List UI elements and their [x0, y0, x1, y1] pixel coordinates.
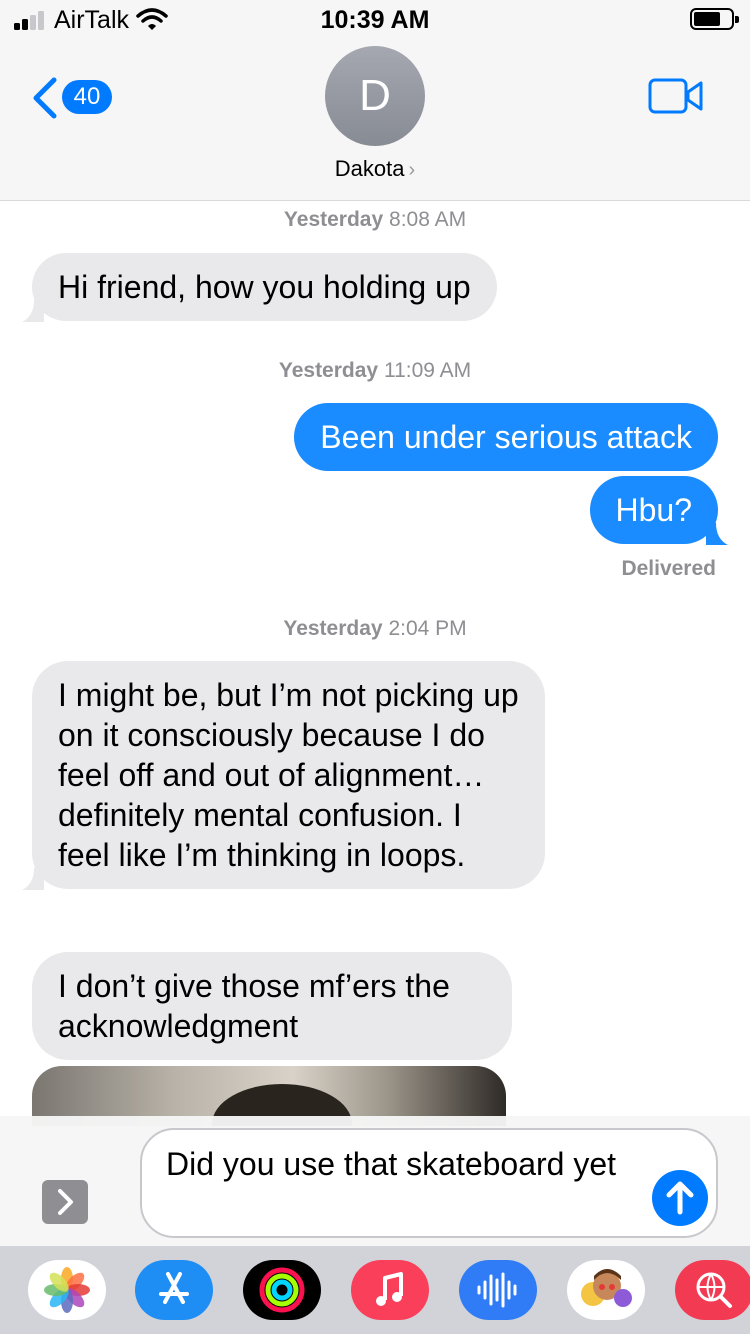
photos-app-button[interactable]: [28, 1260, 106, 1320]
audio-message-icon: [477, 1272, 517, 1308]
outgoing-message[interactable]: Been under serious attack: [294, 403, 718, 471]
video-camera-icon[interactable]: [648, 78, 704, 114]
message-input[interactable]: Did you use that skateboard yet: [140, 1128, 718, 1238]
back-button[interactable]: 40: [30, 74, 120, 120]
music-app-button[interactable]: [351, 1260, 429, 1320]
delivered-status: Delivered: [621, 557, 716, 580]
chevron-right-icon: [58, 1189, 73, 1215]
audio-message-button[interactable]: [459, 1260, 537, 1320]
avatar[interactable]: D: [325, 46, 425, 146]
battery-icon: [690, 8, 739, 30]
contact-name: Dakota: [334, 156, 405, 181]
unread-count-badge: 40: [62, 80, 112, 114]
arrow-up-icon: [666, 1181, 694, 1215]
activity-app-button[interactable]: [243, 1260, 321, 1320]
app-drawer-toggle-button[interactable]: [42, 1180, 88, 1224]
incoming-message[interactable]: I don’t give those mf’ers the acknowledg…: [32, 952, 512, 1060]
web-search-icon: [696, 1272, 732, 1308]
contact-name-button[interactable]: Dakota ›: [0, 156, 750, 182]
message-input-text: Did you use that skateboard yet: [166, 1146, 617, 1182]
status-bar: AirTalk 10:39 AM: [0, 0, 750, 40]
timestamp: Yesterday 2:04 PM: [283, 617, 467, 640]
incoming-message[interactable]: I might be, but I’m not picking up on it…: [22, 661, 545, 890]
app-store-button[interactable]: [135, 1260, 213, 1320]
activity-icon: [259, 1267, 305, 1313]
memoji-button[interactable]: [567, 1260, 645, 1320]
timestamp: Yesterday 11:09 AM: [278, 359, 472, 382]
memoji-icon: [581, 1269, 632, 1307]
compose-bar: Did you use that skateboard yet: [0, 1116, 750, 1246]
chevron-right-icon: ›: [408, 159, 416, 181]
music-icon: [376, 1272, 403, 1306]
timestamp: Yesterday 8:08 AM: [283, 208, 467, 231]
incoming-message[interactable]: Hi friend, how you holding up: [22, 253, 497, 322]
status-time: 10:39 AM: [320, 6, 430, 34]
app-drawer: [0, 1246, 750, 1334]
web-search-button[interactable]: [675, 1260, 750, 1320]
photos-icon: [44, 1267, 90, 1313]
chevron-left-icon: [33, 77, 57, 119]
outgoing-message[interactable]: Hbu?: [589, 476, 728, 545]
app-store-icon: [159, 1272, 189, 1304]
send-button[interactable]: [652, 1170, 708, 1226]
